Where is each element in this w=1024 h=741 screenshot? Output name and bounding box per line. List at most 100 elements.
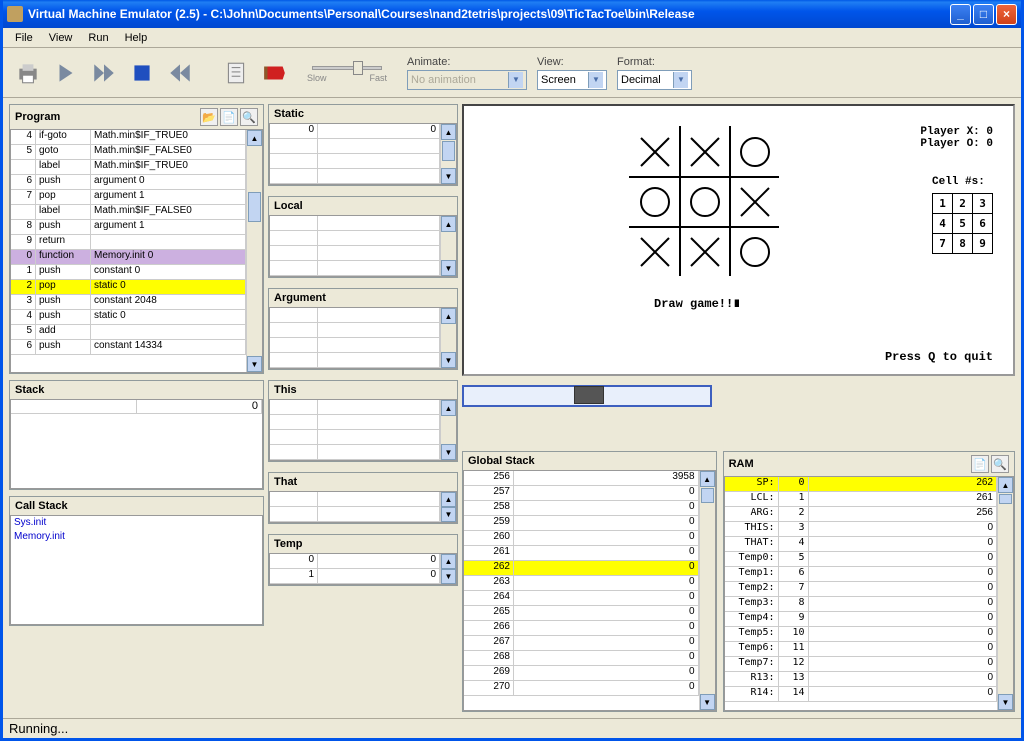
ram-row[interactable]: R13:130: [725, 672, 997, 687]
program-row[interactable]: 3pushconstant 2048: [11, 295, 246, 310]
breakpoint-button[interactable]: [259, 58, 289, 88]
view-label: View:: [537, 56, 607, 68]
stack-list[interactable]: 0: [10, 399, 263, 489]
program-row[interactable]: 2popstatic 0: [11, 280, 246, 295]
menu-run[interactable]: Run: [80, 30, 116, 46]
animate-combo[interactable]: No animation▼: [407, 70, 527, 90]
step-button[interactable]: [51, 58, 81, 88]
program-row[interactable]: 4if-gotoMath.min$IF_TRUE0: [11, 130, 246, 145]
callstack-list[interactable]: Sys.init Memory.init: [10, 515, 263, 625]
program-row[interactable]: 5gotoMath.min$IF_FALSE0: [11, 145, 246, 160]
program-row[interactable]: 8pushargument 1: [11, 220, 246, 235]
that-title: That: [274, 476, 297, 488]
ram-search-button[interactable]: 🔍: [991, 455, 1009, 473]
global-stack-row[interactable]: 2640: [464, 591, 699, 606]
ram-row[interactable]: Temp3:80: [725, 597, 997, 612]
program-row[interactable]: 7popargument 1: [11, 190, 246, 205]
ram-row[interactable]: THAT:40: [725, 537, 997, 552]
that-grid[interactable]: ▲▼: [269, 491, 457, 523]
ram-row[interactable]: Temp6:110: [725, 642, 997, 657]
this-panel: This ▲▼: [268, 380, 458, 462]
ram-row[interactable]: ARG:2256: [725, 507, 997, 522]
ram-row[interactable]: SP:0262: [725, 477, 997, 492]
ram-row[interactable]: Temp2:70: [725, 582, 997, 597]
menu-help[interactable]: Help: [117, 30, 156, 46]
script-button[interactable]: [221, 58, 251, 88]
callstack-item: Sys.init: [12, 517, 261, 531]
argument-grid[interactable]: ▲▼: [269, 307, 457, 369]
program-row[interactable]: 6pushconstant 14334: [11, 340, 246, 355]
global-stack-grid[interactable]: 2563958257025802590260026102620263026402…: [463, 470, 716, 711]
temp-title: Temp: [274, 538, 303, 550]
ram-row[interactable]: Temp5:100: [725, 627, 997, 642]
callstack-item: Memory.init: [12, 531, 261, 545]
global-stack-row[interactable]: 2610: [464, 546, 699, 561]
global-stack-row[interactable]: 2690: [464, 666, 699, 681]
statusbar: Running...: [3, 718, 1021, 738]
global-stack-row[interactable]: 2680: [464, 651, 699, 666]
ram-row[interactable]: Temp1:60: [725, 567, 997, 582]
maximize-button[interactable]: □: [973, 4, 994, 25]
format-combo[interactable]: Decimal▼: [617, 70, 692, 90]
global-stack-row[interactable]: 2580: [464, 501, 699, 516]
program-row[interactable]: labelMath.min$IF_TRUE0: [11, 160, 246, 175]
ram-grid[interactable]: SP:0262LCL:1261ARG:2256THIS:30THAT:40Tem…: [724, 476, 1014, 711]
global-stack-row[interactable]: 2660: [464, 621, 699, 636]
global-stack-row[interactable]: 2563958: [464, 471, 699, 486]
ram-row[interactable]: Temp7:120: [725, 657, 997, 672]
program-grid[interactable]: 4if-gotoMath.min$IF_TRUE05gotoMath.min$I…: [10, 129, 263, 373]
ram-goto-button[interactable]: 📄: [971, 455, 989, 473]
titlebar: Virtual Machine Emulator (2.5) - C:\John…: [3, 0, 1021, 28]
search-button[interactable]: 🔍: [240, 108, 258, 126]
static-grid[interactable]: 00 ▲▼: [269, 123, 457, 185]
slow-label: Slow: [307, 73, 327, 83]
minimize-button[interactable]: _: [950, 4, 971, 25]
ram-row[interactable]: LCL:1261: [725, 492, 997, 507]
speed-slider[interactable]: Slow Fast: [307, 63, 387, 83]
static-title: Static: [274, 108, 304, 120]
menu-file[interactable]: File: [7, 30, 41, 46]
this-grid[interactable]: ▲▼: [269, 399, 457, 461]
fast-label: Fast: [369, 73, 387, 83]
keyboard-bar: [462, 385, 1015, 409]
temp-grid[interactable]: 0010▲▼: [269, 553, 457, 585]
program-row[interactable]: 5add: [11, 325, 246, 340]
emulator-screen: Player X: 0 Player O: 0 Cell #s: 1234567…: [462, 104, 1015, 376]
local-panel: Local ▲▼: [268, 196, 458, 278]
global-stack-row[interactable]: 2700: [464, 681, 699, 696]
global-stack-row[interactable]: 2670: [464, 636, 699, 651]
ram-row[interactable]: THIS:30: [725, 522, 997, 537]
new-file-button[interactable]: 📄: [220, 108, 238, 126]
print-button[interactable]: [13, 58, 43, 88]
program-row[interactable]: 0functionMemory.init 0: [11, 250, 246, 265]
view-combo[interactable]: Screen▼: [537, 70, 607, 90]
close-button[interactable]: ×: [996, 4, 1017, 25]
global-stack-row[interactable]: 2590: [464, 516, 699, 531]
global-stack-row[interactable]: 2630: [464, 576, 699, 591]
ram-row[interactable]: R14:140: [725, 687, 997, 702]
rewind-button[interactable]: [165, 58, 195, 88]
callstack-title: Call Stack: [15, 500, 68, 512]
argument-title: Argument: [274, 292, 326, 304]
stack-value: 0: [137, 400, 263, 413]
menu-view[interactable]: View: [41, 30, 81, 46]
ram-row[interactable]: Temp0:50: [725, 552, 997, 567]
fast-forward-button[interactable]: [89, 58, 119, 88]
ram-row[interactable]: Temp4:90: [725, 612, 997, 627]
stop-button[interactable]: [127, 58, 157, 88]
scrollbar[interactable]: ▲▼: [246, 130, 262, 372]
local-grid[interactable]: ▲▼: [269, 215, 457, 277]
global-stack-row[interactable]: 2620: [464, 561, 699, 576]
program-row[interactable]: 6pushargument 0: [11, 175, 246, 190]
global-stack-row[interactable]: 2570: [464, 486, 699, 501]
temp-panel: Temp 0010▲▼: [268, 534, 458, 586]
program-row[interactable]: 9return: [11, 235, 246, 250]
program-row[interactable]: labelMath.min$IF_FALSE0: [11, 205, 246, 220]
global-stack-row[interactable]: 2600: [464, 531, 699, 546]
program-row[interactable]: 4pushstatic 0: [11, 310, 246, 325]
menubar: File View Run Help: [3, 28, 1021, 48]
open-folder-button[interactable]: 📂: [200, 108, 218, 126]
global-stack-row[interactable]: 2650: [464, 606, 699, 621]
program-row[interactable]: 1pushconstant 0: [11, 265, 246, 280]
callstack-panel: Call Stack Sys.init Memory.init: [9, 496, 264, 626]
